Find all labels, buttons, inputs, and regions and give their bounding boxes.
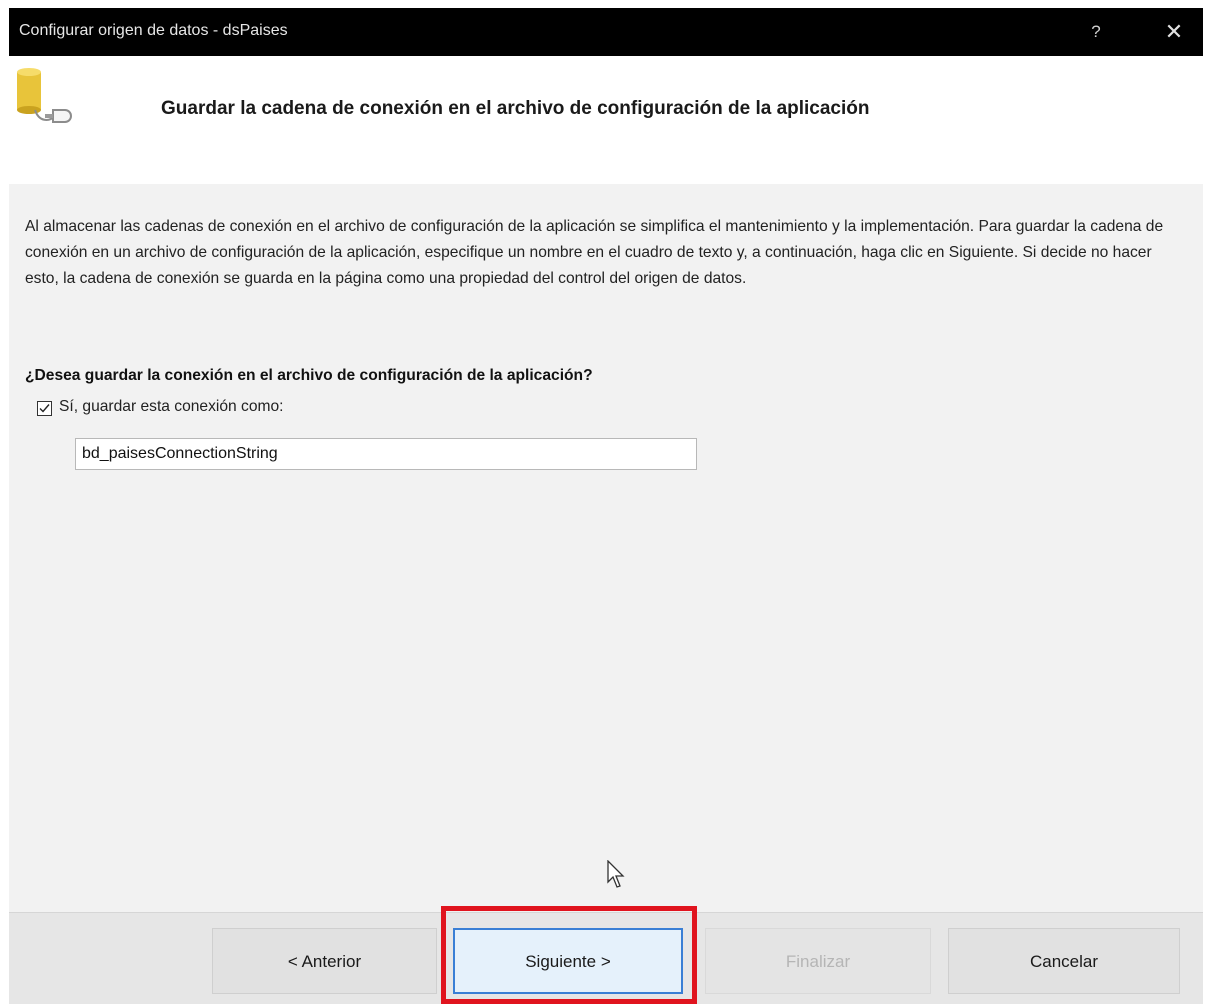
save-question: ¿Desea guardar la conexión en el archivo… xyxy=(25,367,593,384)
connection-name-input[interactable] xyxy=(75,438,697,470)
description-text: Al almacenar las cadenas de conexión en … xyxy=(25,218,1164,287)
dialog-window: Configurar origen de datos - dsPaises ? … xyxy=(9,8,1203,1004)
close-button[interactable]: ✕ xyxy=(1159,18,1189,46)
title-bar[interactable]: Configurar origen de datos - dsPaises ? … xyxy=(9,8,1203,56)
mouse-pointer-icon xyxy=(607,859,627,895)
help-button[interactable]: ? xyxy=(1085,20,1107,44)
content-panel: Al almacenar las cadenas de conexión en … xyxy=(9,184,1203,912)
checkmark-icon xyxy=(39,404,50,413)
window-title: Configurar origen de datos - dsPaises xyxy=(19,22,288,39)
save-connection-label[interactable]: Sí, guardar esta conexión como: xyxy=(59,398,284,416)
database-connection-icon xyxy=(15,66,75,131)
next-button-highlight xyxy=(441,906,697,1004)
finish-button: Finalizar xyxy=(705,928,931,994)
page-title: Guardar la cadena de conexión en el arch… xyxy=(161,98,870,119)
header-panel: Guardar la cadena de conexión en el arch… xyxy=(9,56,1203,184)
cancel-button[interactable]: Cancelar xyxy=(948,928,1180,994)
back-button[interactable]: < Anterior xyxy=(212,928,437,994)
save-connection-checkbox[interactable] xyxy=(37,401,52,416)
